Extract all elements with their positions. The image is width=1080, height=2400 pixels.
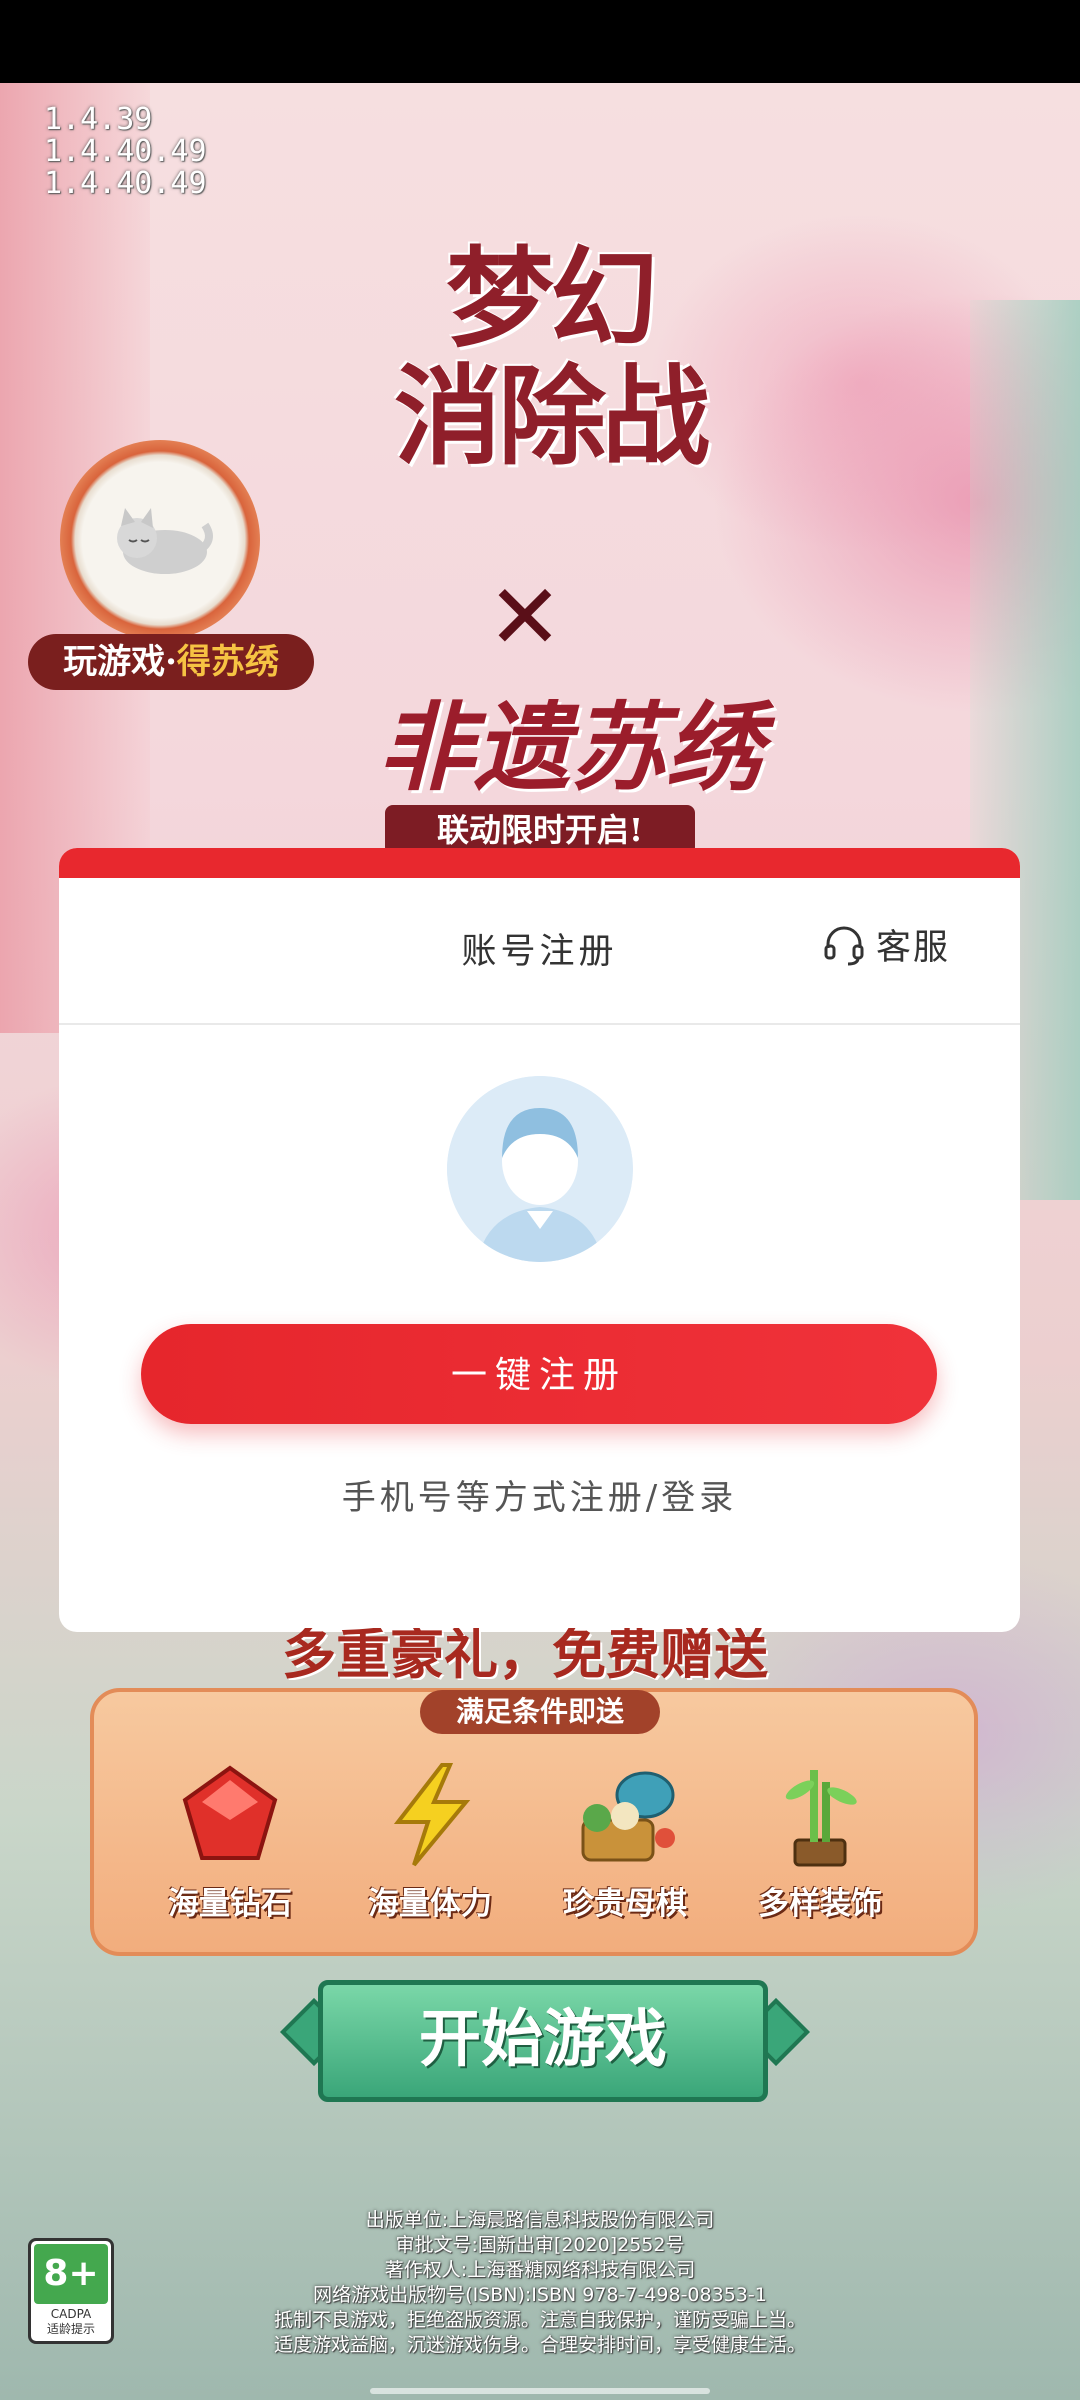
logo-title-line: 梦幻 <box>445 236 658 362</box>
gift-item-diamonds[interactable]: 海量钻石 <box>145 1760 315 1925</box>
lightning-icon <box>393 1763 471 1867</box>
collab-x-mark: ✕ <box>487 565 563 670</box>
customer-service-button[interactable]: 客服 <box>822 920 950 968</box>
headset-icon <box>824 926 864 966</box>
bamboo-plant-icon <box>785 1770 857 1867</box>
legal-line: 适度游戏益脑，沉迷游戏伤身。合理安排时间，享受健康生活。 <box>273 2334 806 2356</box>
gift-item-label: 海量体力 <box>368 1886 492 1922</box>
age-rating-label: 适龄提示 <box>46 2322 95 2336</box>
gift-item-mother-chess[interactable]: 珍贵母棋 <box>540 1760 710 1925</box>
version-line: 1.4.39 <box>44 102 153 137</box>
start-game-button[interactable]: 开始游戏 <box>318 1980 768 2102</box>
age-rating-badge[interactable]: 8+ CADPA 适龄提示 <box>28 2238 114 2344</box>
cat-embroidery-icon <box>117 508 213 574</box>
version-line: 1.4.40.49 <box>44 134 207 169</box>
teapot-basket-icon <box>581 1771 675 1862</box>
gift-item-stamina[interactable]: 海量体力 <box>345 1760 515 1925</box>
panel-top-strip <box>59 848 1020 878</box>
legal-line: 出版单位:上海晨路信息科技股份有限公司 <box>365 2209 715 2231</box>
panel-header: 账号注册 客服 <box>59 878 1020 1025</box>
legal-line: 审批文号:国新出审[2020]2552号 <box>395 2234 685 2256</box>
age-rating-org: CADPA <box>50 2307 92 2321</box>
legal-line: 著作权人:上海番糖网络科技有限公司 <box>384 2259 696 2281</box>
default-avatar-icon <box>447 1076 633 1262</box>
phone-register-login-link[interactable]: 手机号等方式注册/登录 <box>59 1470 1020 1519</box>
version-line: 1.4.40.49 <box>44 166 207 201</box>
logo-title-line: 消除战 <box>393 354 710 480</box>
legal-line: 抵制不良游戏，拒绝盗版资源。注意自我保护，谨防受骗上当。 <box>273 2309 806 2331</box>
legal-line: 网络游戏出版物号(ISBN):ISBN 978-7-498-08353-1 <box>313 2284 767 2306</box>
gift-item-decorations[interactable]: 多样装饰 <box>735 1760 905 1925</box>
gift-item-label: 珍贵母棋 <box>563 1886 687 1922</box>
gift-condition-banner: 满足条件即送 <box>420 1690 660 1734</box>
version-info: 1.4.39 1.4.40.49 1.4.40.49 <box>44 104 207 200</box>
gesture-nav-bar[interactable] <box>370 2388 710 2394</box>
age-rating-value: 8+ <box>34 2244 108 2304</box>
one-click-register-button[interactable]: 一键注册 <box>141 1324 937 1424</box>
gift-item-label: 海量钻石 <box>168 1886 292 1922</box>
gift-header: 多重豪礼，免费赠送 <box>282 1628 768 1680</box>
badge-text-part2: 得苏绣 <box>176 642 279 682</box>
customer-service-label: 客服 <box>875 927 950 968</box>
legal-info: 出版单位:上海晨路信息科技股份有限公司 审批文号:国新出审[2020]2552号… <box>160 2208 920 2358</box>
gem-icon <box>182 1765 278 1860</box>
avatar <box>447 1076 633 1262</box>
account-register-panel: 账号注册 客服 一键注册 手机号等方式注册/登录 <box>59 848 1020 1632</box>
game-logo-title: 梦幻 消除战 <box>340 240 760 476</box>
status-bar <box>0 0 1080 83</box>
badge-text-part1: 玩游戏· <box>63 642 177 682</box>
gift-item-label: 多样装饰 <box>758 1886 882 1922</box>
collab-partner-title: 非遗苏绣 <box>378 691 762 804</box>
event-badge-ribbon[interactable]: 玩游戏·得苏绣 <box>28 634 314 690</box>
